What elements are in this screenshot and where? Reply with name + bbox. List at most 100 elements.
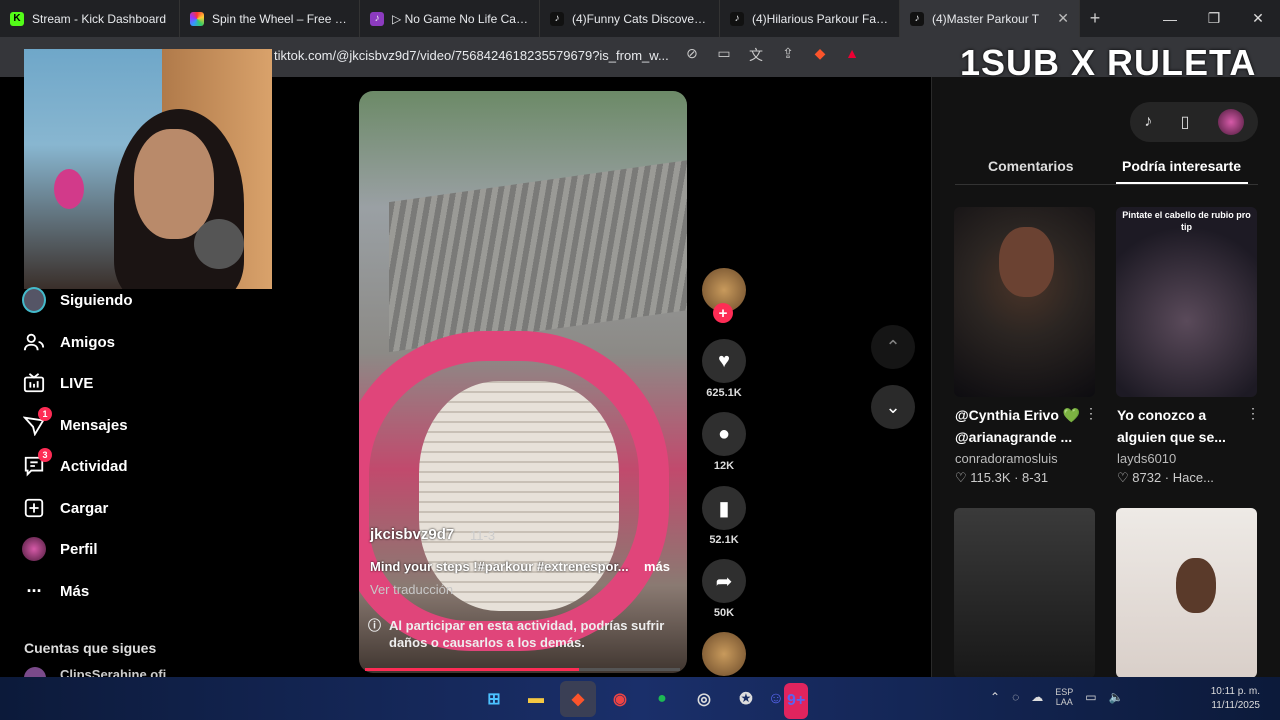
brave-shield-icon[interactable]: ◆ bbox=[810, 45, 830, 67]
file-explorer-icon[interactable]: ▬ bbox=[518, 681, 554, 717]
like-button[interactable]: ♥ 625.1K bbox=[702, 339, 746, 399]
comment-icon: ● bbox=[702, 412, 746, 456]
volume-icon[interactable]: 🔈 bbox=[1109, 690, 1124, 704]
next-video-button[interactable]: ⌄ bbox=[871, 385, 915, 429]
language-indicator[interactable]: ESP LAA bbox=[1055, 687, 1073, 707]
cast-icon[interactable]: ▭ bbox=[714, 45, 734, 67]
tracking-icon[interactable]: ⊘ bbox=[682, 45, 702, 67]
tab-title: (4)Master Parkour T bbox=[932, 11, 1040, 26]
app-icon[interactable]: ✪ bbox=[728, 681, 764, 717]
tray-network-icon[interactable]: ◌ bbox=[1012, 690, 1019, 704]
close-window-button[interactable]: ✕ bbox=[1236, 10, 1280, 27]
tab-comentarios[interactable]: Comentarios bbox=[988, 158, 1074, 174]
sidebar-item-perfil[interactable]: Perfil bbox=[22, 537, 98, 561]
tab-podria-interesarte[interactable]: Podría interesarte bbox=[1122, 158, 1241, 174]
tiktok-logo-icon[interactable]: ♪ bbox=[1144, 113, 1152, 131]
monitor-icon[interactable]: ▭ bbox=[1085, 690, 1096, 704]
recommended-thumbnail[interactable]: Pintate el cabello de rubio pro tip bbox=[1116, 207, 1257, 397]
windows-start-icon[interactable]: ⊞ bbox=[476, 681, 512, 717]
clock-date: 11/11/2025 bbox=[1211, 700, 1260, 711]
tab-title: (4)Hilarious Parkour Fails C bbox=[752, 11, 889, 26]
sidebar-item-live[interactable]: LIVE bbox=[22, 371, 93, 395]
card-title[interactable]: @Cynthia Erivo 💚 @arianagrande ... bbox=[955, 404, 1095, 448]
user-avatar[interactable] bbox=[1217, 109, 1244, 135]
messages-badge: 1 bbox=[38, 407, 52, 421]
activity-icon: 3 bbox=[22, 448, 52, 478]
share-button[interactable]: ➦ 50K bbox=[702, 559, 746, 619]
sidebar-item-amigos[interactable]: Amigos bbox=[22, 330, 115, 354]
save-count: 52.1K bbox=[709, 534, 739, 546]
profile-avatar-icon bbox=[22, 537, 46, 561]
taskbar-apps: ⊞ ▬ ◆ ◉ ● ◎ ✪ ☺ 9+ bbox=[476, 681, 809, 719]
brave-rewards-icon[interactable]: ▲ bbox=[842, 45, 862, 67]
tab-kick-dashboard[interactable]: K Stream - Kick Dashboard bbox=[0, 0, 180, 37]
card-title[interactable]: Yo conozco a alguien que se... bbox=[1117, 404, 1257, 448]
close-tab-icon[interactable]: ✕ bbox=[1057, 10, 1069, 27]
sidebar-item-mensajes[interactable]: 1 Mensajes bbox=[22, 407, 128, 437]
sidebar-item-mas[interactable]: ··· Más bbox=[22, 579, 90, 603]
tab-title: (4)Funny Cats Discover Sur bbox=[572, 11, 709, 26]
tiktok-icon: ♪ bbox=[550, 11, 564, 26]
share-icon[interactable]: ⇪ bbox=[778, 45, 798, 67]
panel-toolbar: ♪ ▯ bbox=[1130, 102, 1258, 142]
streamer-face bbox=[134, 129, 214, 239]
warning-text: Al participar en esta actividad, podrías… bbox=[389, 618, 665, 650]
translate-link[interactable]: Ver traducción bbox=[370, 582, 453, 597]
video-progress-fill bbox=[365, 668, 580, 671]
microphone bbox=[194, 219, 244, 269]
taskbar-clock[interactable]: 10:11 p. m. 11/11/2025 bbox=[1211, 685, 1260, 713]
discord-icon[interactable]: ☺ 9+ bbox=[768, 681, 809, 719]
windows-taskbar: ⊞ ▬ ◆ ◉ ● ◎ ✪ ☺ 9+ ⌃ ◌ ☁ ESP LAA ▭ 🔈 10:1… bbox=[0, 677, 1280, 720]
following-accounts-heading: Cuentas que sigues bbox=[24, 640, 157, 656]
maximize-button[interactable]: ❐ bbox=[1192, 10, 1236, 27]
sidebar-item-cargar[interactable]: Cargar bbox=[22, 496, 108, 520]
card-stats: ♡ 115.3K · 8-31 bbox=[955, 470, 1049, 485]
translate-icon[interactable]: 文 bbox=[746, 45, 766, 67]
card-username[interactable]: conradoramosluis bbox=[955, 451, 1058, 466]
previous-video-button[interactable]: ⌃ bbox=[871, 325, 915, 369]
follow-plus-button[interactable]: + bbox=[713, 303, 733, 323]
recommended-thumbnail[interactable] bbox=[954, 508, 1095, 678]
tiktok-icon: ♪ bbox=[910, 11, 924, 26]
bookmark-icon: ▮ bbox=[702, 486, 746, 530]
recommended-thumbnail[interactable] bbox=[954, 207, 1095, 397]
new-tab-button[interactable]: + bbox=[1080, 8, 1110, 29]
save-button[interactable]: ▮ 52.1K bbox=[702, 486, 746, 546]
obs-icon[interactable]: ◎ bbox=[686, 681, 722, 717]
tab-no-game-no-life[interactable]: ♪ ▷ No Game No Life Cap 2 bbox=[360, 0, 540, 37]
tab-parkour-fails[interactable]: ♪ (4)Hilarious Parkour Fails C bbox=[720, 0, 900, 37]
sidebar-item-siguiendo[interactable]: Siguiendo bbox=[22, 287, 133, 313]
minimize-button[interactable]: — bbox=[1148, 11, 1192, 27]
caption-more-link[interactable]: más bbox=[644, 559, 670, 574]
thumbnail-caption: Pintate el cabello de rubio pro tip bbox=[1122, 210, 1251, 232]
chrome-icon[interactable]: ◉ bbox=[602, 681, 638, 717]
system-tray: ⌃ ◌ ☁ ESP LAA ▭ 🔈 bbox=[990, 687, 1124, 707]
tab-funny-cats[interactable]: ♪ (4)Funny Cats Discover Sur bbox=[540, 0, 720, 37]
upload-icon bbox=[22, 496, 46, 520]
sound-disc[interactable] bbox=[702, 632, 746, 676]
browser-tab-bar: K Stream - Kick Dashboard Spin the Wheel… bbox=[0, 0, 1280, 37]
heart-icon: ♥ bbox=[702, 339, 746, 383]
tab-divider bbox=[955, 184, 1258, 185]
video-username[interactable]: jkcisbvz9d7 bbox=[370, 526, 454, 543]
tab-title: Spin the Wheel – Free and bbox=[212, 11, 349, 26]
phone-icon[interactable]: ▯ bbox=[1181, 112, 1190, 132]
video-roof bbox=[389, 159, 687, 353]
sidebar-item-label: Siguiendo bbox=[60, 291, 133, 309]
video-date: 11-3 bbox=[470, 528, 496, 543]
recommended-thumbnail[interactable] bbox=[1116, 508, 1257, 678]
sidebar-item-actividad[interactable]: 3 Actividad bbox=[22, 448, 128, 478]
card-menu-icon[interactable]: ⋮ bbox=[1246, 405, 1260, 422]
card-menu-icon[interactable]: ⋮ bbox=[1084, 405, 1098, 422]
url-field[interactable]: tiktok.com/@jkcisbvz9d7/video/7568424618… bbox=[274, 48, 674, 63]
sidebar-item-label: Más bbox=[60, 582, 90, 600]
onedrive-icon[interactable]: ☁ bbox=[1031, 690, 1043, 704]
card-username[interactable]: layds6010 bbox=[1117, 451, 1176, 466]
spotify-icon[interactable]: ● bbox=[644, 681, 680, 717]
tab-spin-wheel[interactable]: Spin the Wheel – Free and bbox=[180, 0, 360, 37]
brave-browser-icon[interactable]: ◆ bbox=[560, 681, 596, 717]
video-progress-bar[interactable] bbox=[365, 668, 680, 671]
comment-button[interactable]: ● 12K bbox=[702, 412, 746, 472]
tab-master-parkour[interactable]: ♪ (4)Master Parkour T ✕ bbox=[900, 0, 1080, 37]
tray-chevron-icon[interactable]: ⌃ bbox=[990, 690, 1000, 704]
